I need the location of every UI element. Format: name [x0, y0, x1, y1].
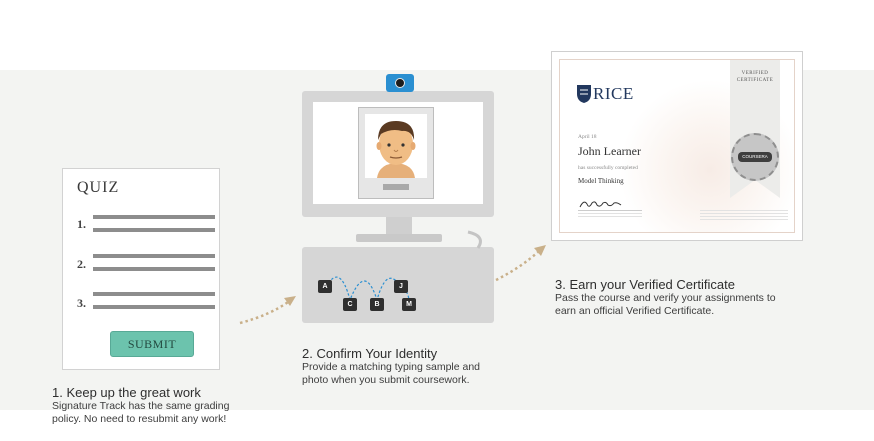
dotted-arrow-icon: [239, 245, 546, 325]
dotted-arrow-icon: [239, 300, 289, 325]
arrow-head-icon: [534, 245, 546, 256]
arrow-head-icon: [284, 296, 296, 306]
dotted-arrow-icon: [495, 251, 539, 282]
